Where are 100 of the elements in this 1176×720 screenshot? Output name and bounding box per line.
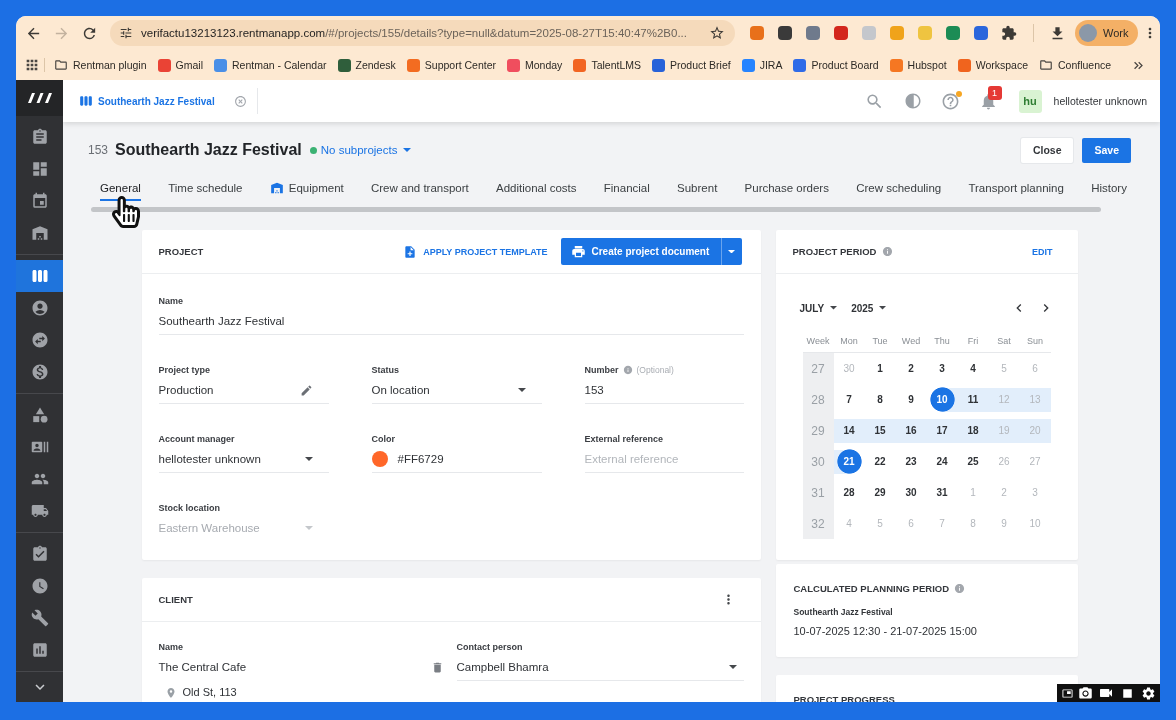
status-dot-icon (309, 146, 317, 154)
tab[interactable]: Crew scheduling (856, 177, 942, 201)
address-bar[interactable]: verifactu13213123.rentmanapp.com/#/projects/155/details?type=null&datum=2025-08-27T15:40:47%2B0... (110, 20, 735, 46)
bookmark[interactable]: Gmail (157, 58, 203, 72)
field-label: Project type (158, 365, 211, 375)
project-tab[interactable]: Southearth Jazz Festival (63, 80, 257, 122)
star-icon[interactable] (709, 25, 725, 41)
bookmark[interactable]: Rentman - Calendar (213, 58, 327, 72)
sidebar-item[interactable] (16, 260, 63, 292)
bookmark[interactable]: Rentman plugin (54, 58, 147, 72)
field-label: Name (158, 642, 183, 652)
bookmark[interactable]: Zendesk (337, 58, 396, 72)
select-field[interactable]: On location (371, 376, 542, 404)
input-field[interactable]: Southearth Jazz Festival (158, 307, 744, 335)
bookmark[interactable]: TalentLMS (573, 58, 641, 72)
caret-icon[interactable] (517, 388, 526, 392)
folder-icon (54, 58, 68, 72)
tab[interactable]: Equipment (269, 177, 344, 201)
field-label: Contact person (456, 642, 523, 652)
logo-icon[interactable] (27, 93, 52, 103)
calendar-day[interactable]: 1 (864, 353, 896, 384)
optional-hint: (Optional) (636, 365, 674, 375)
calendar-day[interactable]: 21 (833, 446, 865, 477)
extension-icon[interactable] (778, 26, 792, 40)
apply-template-link[interactable]: APPLY PROJECT TEMPLATE (403, 244, 548, 259)
extension-icon[interactable] (974, 26, 988, 40)
tab[interactable]: Financial (603, 177, 650, 201)
weekday-label: Wed (895, 336, 927, 353)
save-button[interactable]: Save (1082, 137, 1131, 163)
calendar-day[interactable]: 24 (926, 446, 958, 477)
shapes-icon (30, 406, 49, 424)
calendar-day[interactable]: 28 (833, 477, 865, 508)
calendar-day[interactable]: 4 (957, 353, 989, 384)
select-field[interactable]: Campbell Bhamra (456, 653, 744, 681)
calendar-day[interactable]: 30 (895, 477, 927, 508)
picture-in-picture-icon[interactable] (1062, 687, 1073, 699)
scrollbar[interactable] (91, 207, 1101, 212)
bookmark[interactable]: Hubspot (889, 58, 947, 72)
extension-icon[interactable] (806, 26, 820, 40)
tab[interactable]: Purchase orders (744, 177, 829, 201)
calendar-day[interactable]: 29 (864, 477, 896, 508)
tab[interactable]: Transport planning (968, 177, 1064, 201)
warehouse-icon (30, 224, 49, 242)
close-button[interactable]: Close (1020, 137, 1074, 163)
warehouse-icon (269, 181, 284, 195)
calendar-day[interactable]: 3 (926, 353, 958, 384)
tab[interactable]: Additional costs (496, 177, 577, 201)
week-number: 30 (802, 446, 834, 477)
week-number: 31 (802, 477, 834, 508)
input-field[interactable]: The Central Cafe (158, 653, 444, 681)
bookmark[interactable]: JIRA (741, 58, 783, 72)
calendar-day[interactable]: 31 (926, 477, 958, 508)
subprojects-dropdown[interactable]: No subprojects (320, 144, 412, 156)
input-field[interactable]: 153 (584, 376, 744, 404)
input-field[interactable]: Production (158, 376, 329, 404)
year-dropdown[interactable]: 2025 (851, 302, 887, 314)
field-label: Name (158, 296, 183, 306)
color-field[interactable]: #FF6729 (371, 445, 542, 473)
tab[interactable]: Time schedule (168, 177, 243, 201)
calendar-day[interactable]: 25 (957, 446, 989, 477)
planning-period-text: 10-07-2025 12:30 - 21-07-2025 15:00 (793, 624, 978, 639)
month-dropdown[interactable]: JULY (799, 302, 838, 314)
create-document-button[interactable]: Create project document (560, 238, 721, 265)
extension-icon[interactable] (946, 26, 960, 40)
extension-icon[interactable] (834, 26, 848, 40)
calendar-day[interactable]: 22 (864, 446, 896, 477)
field-label: Stock location (158, 503, 220, 513)
pencil-icon[interactable] (299, 383, 313, 397)
help-icon[interactable] (941, 91, 961, 111)
bookmark[interactable]: Product Brief (652, 58, 731, 72)
client-address: Old St, 113 (182, 686, 237, 699)
bookmark[interactable]: Monday (507, 58, 563, 72)
caret-icon (830, 306, 838, 310)
profile-button[interactable]: Work (1075, 20, 1138, 46)
sliders-icon[interactable] (119, 26, 133, 40)
caret-icon[interactable] (728, 665, 737, 669)
tab[interactable]: Subrent (677, 177, 718, 201)
field-label: External reference (584, 434, 664, 444)
calendar-day[interactable]: 9 (895, 384, 927, 415)
caret-icon[interactable] (304, 457, 313, 461)
apps-grid-icon[interactable] (24, 57, 40, 73)
week-number: 27 (802, 353, 834, 384)
bookmark[interactable]: Workspace (957, 58, 1028, 72)
user-avatar[interactable]: hu (1018, 89, 1042, 113)
bookmark[interactable]: Confluence (1039, 58, 1112, 72)
bookmark[interactable]: Support Center (406, 58, 496, 72)
calendar-day[interactable]: 2 (895, 353, 927, 384)
camera-icon[interactable] (1078, 685, 1093, 701)
calendar-day[interactable]: 8 (864, 384, 896, 415)
select-field[interactable]: hellotester unknown (158, 445, 329, 473)
calendar-day[interactable]: 7 (833, 384, 865, 415)
calendar-day[interactable]: 23 (895, 446, 927, 477)
puzzle-icon[interactable] (1001, 25, 1017, 41)
settings-icon[interactable] (1141, 685, 1156, 701)
contrast-icon[interactable] (903, 92, 922, 110)
tab[interactable]: Crew and transport (370, 177, 469, 201)
bookmark[interactable]: Product Board (793, 58, 879, 72)
edit-link[interactable]: EDIT (1032, 246, 1053, 257)
tab[interactable]: History (1091, 177, 1127, 201)
card-title: PROJECT PERIOD (792, 246, 877, 257)
